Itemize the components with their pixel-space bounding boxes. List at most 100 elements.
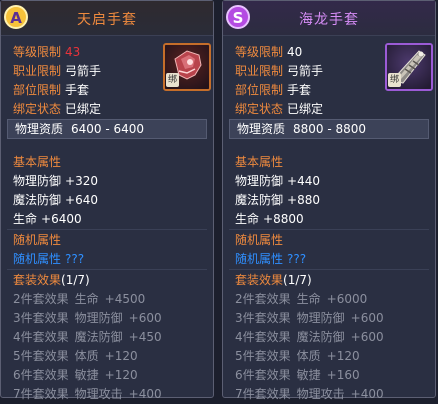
set-value: +600: [350, 330, 384, 344]
set-bonus-title: 套装效果(1/7): [13, 271, 168, 290]
set-bonus-line: 7件套效果 物理攻击 +400: [13, 385, 168, 404]
set-pieces: 5件套效果: [235, 349, 291, 363]
set-bonus-line: 3件套效果 物理防御 +600: [13, 309, 168, 328]
set-bonus-line: 5件套效果 体质 +120: [235, 347, 390, 366]
divider: [7, 269, 207, 270]
info-row-bind: 绑定状态 已绑定: [13, 100, 101, 119]
info-row-bind: 绑定状态 已绑定: [235, 100, 323, 119]
set-value: +450: [128, 330, 162, 344]
divider: [229, 229, 429, 230]
info-value: 已绑定: [65, 102, 102, 116]
item-info: 等级限制 43 职业限制 弓箭手 部位限制 手套 绑定状态 已绑定: [13, 43, 101, 119]
set-bonus-label: 套装效果: [235, 273, 284, 287]
set-stat: 敏捷: [74, 368, 99, 382]
bind-tag: 绑: [388, 73, 401, 87]
stat-name: 魔法防御: [235, 193, 284, 207]
set-value: +120: [104, 368, 138, 382]
item-name: 天启手套: [77, 12, 137, 28]
random-attributes: 随机属性 随机属性???: [235, 231, 306, 269]
set-stat: 物理防御: [296, 311, 345, 325]
basic-stat: 魔法防御 +880: [235, 191, 320, 210]
set-pieces: 3件套效果: [13, 311, 69, 325]
info-label: 职业限制: [13, 64, 62, 78]
info-row-class: 职业限制 弓箭手: [235, 62, 323, 81]
basic-stat: 物理防御 +320: [13, 172, 98, 191]
glove-icon[interactable]: 绑: [385, 43, 433, 91]
basic-attributes: 基本属性 物理防御 +440 魔法防御 +880 生命 +8800: [235, 153, 320, 229]
random-stat: 随机属性???: [235, 250, 306, 269]
info-label: 绑定状态: [13, 102, 62, 116]
random-attributes: 随机属性 随机属性???: [13, 231, 84, 269]
set-pieces: 4件套效果: [235, 330, 291, 344]
info-value: 弓箭手: [287, 64, 324, 78]
quality-label: 物理资质: [237, 122, 286, 136]
item-compare-panel: A 天启手套 等级限制43 职业限制弓箭手 部位限制手套 绑定状态已绑定: [0, 0, 438, 401]
info-row-slot: 部位限制 手套: [235, 81, 323, 100]
stat-value: +8800: [263, 212, 304, 226]
set-pieces: 3件套效果: [235, 311, 291, 325]
set-bonus-line: 6件套效果 敏捷 +120: [13, 366, 168, 385]
set-bonus-count: (1/7): [283, 273, 312, 287]
set-stat: 体质: [74, 349, 99, 363]
basic-stat: 生命 +8800: [235, 210, 320, 229]
basic-stat: 物理防御 +440: [235, 172, 320, 191]
info-label: 等级限制: [235, 45, 284, 59]
stat-value: +640: [65, 193, 98, 207]
quality-label: 物理资质: [15, 122, 64, 136]
info-label: 绑定状态: [235, 102, 284, 116]
set-pieces: 5件套效果: [13, 349, 69, 363]
bind-tag: 绑: [166, 73, 179, 87]
item-tooltip-card-right: S 海龙手套 等级限制40 职业限制弓箭手 部位限制手套 绑定状态已绑定: [222, 0, 436, 401]
set-bonus-line: 3件套效果 物理防御 +600: [235, 309, 390, 328]
info-value: 手套: [65, 83, 90, 97]
set-bonus-label: 套装效果: [13, 273, 62, 287]
basic-attributes-title: 基本属性: [13, 155, 62, 169]
set-bonus-line: 7件套效果 物理攻击 +400: [235, 385, 390, 404]
set-value: +400: [350, 387, 384, 401]
set-pieces: 6件套效果: [13, 368, 69, 382]
item-info: 等级限制 40 职业限制 弓箭手 部位限制 手套 绑定状态 已绑定: [235, 43, 323, 119]
stat-name: 物理防御: [13, 174, 62, 188]
set-value: +120: [326, 349, 360, 363]
random-stat-value: ???: [287, 252, 307, 266]
set-stat: 体质: [296, 349, 321, 363]
stat-value: +440: [287, 174, 320, 188]
set-bonus-line: 2件套效果 生命 +6000: [235, 290, 390, 309]
info-label: 部位限制: [235, 83, 284, 97]
info-label: 等级限制: [13, 45, 62, 59]
set-stat: 物理攻击: [296, 387, 345, 401]
set-pieces: 7件套效果: [235, 387, 291, 401]
info-label: 职业限制: [235, 64, 284, 78]
set-stat: 物理攻击: [74, 387, 123, 401]
random-stat: 随机属性???: [13, 250, 84, 269]
item-tooltip-card-left: A 天启手套 等级限制43 职业限制弓箭手 部位限制手套 绑定状态已绑定: [0, 0, 214, 401]
set-pieces: 6件套效果: [235, 368, 291, 382]
stat-name: 物理防御: [235, 174, 284, 188]
set-stat: 生命: [74, 292, 99, 306]
basic-attributes-title: 基本属性: [235, 155, 284, 169]
glove-icon[interactable]: 绑: [163, 43, 211, 91]
set-stat: 魔法防御: [74, 330, 123, 344]
set-value: +600: [350, 311, 384, 325]
info-value: 弓箭手: [65, 64, 102, 78]
set-value: +120: [104, 349, 138, 363]
stat-name: 魔法防御: [13, 193, 62, 207]
divider: [7, 229, 207, 230]
stat-value: +6400: [41, 212, 82, 226]
item-name: 海龙手套: [299, 12, 359, 28]
random-attributes-title: 随机属性: [13, 233, 62, 247]
card-header: S 海龙手套: [223, 1, 435, 36]
info-row-level: 等级限制 43: [13, 43, 101, 62]
quality-box: 物理资质 8800 - 8800: [229, 119, 429, 139]
set-bonus-line: 4件套效果 魔法防御 +450: [13, 328, 168, 347]
basic-attributes: 基本属性 物理防御 +320 魔法防御 +640 生命 +6400: [13, 153, 98, 229]
set-stat: 生命: [296, 292, 321, 306]
set-pieces: 2件套效果: [13, 292, 69, 306]
info-value: 手套: [287, 83, 312, 97]
set-bonus-title: 套装效果(1/7): [235, 271, 390, 290]
set-value: +6000: [326, 292, 368, 306]
info-value: 40: [287, 45, 303, 59]
quality-value: 6400 - 6400: [71, 122, 145, 136]
card-header: A 天启手套: [1, 1, 213, 36]
stat-value: +880: [287, 193, 320, 207]
